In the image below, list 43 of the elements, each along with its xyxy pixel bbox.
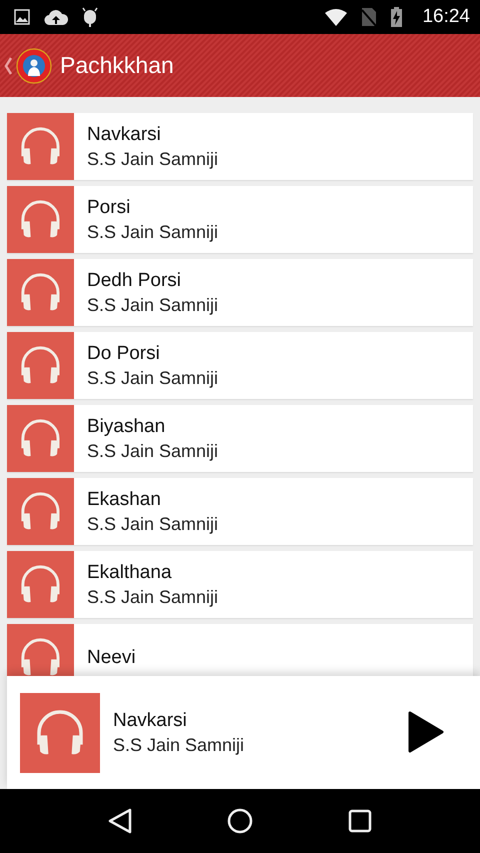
now-playing-artist: S.S Jain Samniji (113, 734, 244, 756)
android-icon (82, 7, 98, 27)
app-title: Pachkkhan (60, 52, 174, 79)
app-logo-icon (16, 48, 52, 84)
wifi-icon (325, 8, 348, 26)
back-button[interactable] (4, 56, 12, 74)
track-artist: S.S Jain Samniji (87, 440, 218, 462)
track-item[interactable]: Ekashan S.S Jain Samniji (7, 478, 473, 545)
track-item[interactable]: Do Porsi S.S Jain Samniji (7, 332, 473, 399)
home-circle-icon (226, 808, 253, 834)
image-icon (14, 9, 30, 25)
track-title: Porsi (87, 196, 132, 218)
track-title: Biyashan (87, 416, 166, 438)
no-sim-icon (361, 7, 378, 27)
track-title: Do Porsi (87, 342, 161, 364)
track-title: Ekalthana (87, 562, 173, 584)
track-artist: S.S Jain Samniji (87, 148, 218, 170)
track-title: Ekashan (87, 488, 162, 510)
home-nav-button[interactable] (226, 808, 253, 834)
track-artist: S.S Jain Samniji (87, 222, 218, 242)
back-triangle-icon (108, 808, 132, 834)
track-title: Neevi (87, 646, 136, 668)
track-item[interactable]: Navkarsi S.S Jain Samniji (7, 113, 473, 180)
clock-time: 16:24 (422, 6, 470, 28)
track-artist: S.S Jain Samniji (87, 514, 218, 534)
back-nav-button[interactable] (108, 808, 132, 834)
recents-square-icon (348, 809, 372, 833)
track-item[interactable]: Ekalthana S.S Jain Samniji (7, 551, 473, 618)
play-icon (408, 710, 444, 752)
track-title: Dedh Porsi (87, 270, 182, 292)
now-playing-title: Navkarsi (113, 710, 188, 732)
track-item[interactable]: Porsi S.S Jain Samniji (7, 186, 473, 253)
back-chevron-icon (4, 56, 12, 74)
track-artist: S.S Jain Samniji (87, 368, 218, 388)
track-artist: S.S Jain Samniji (87, 586, 218, 608)
recents-nav-button[interactable] (348, 809, 372, 833)
battery-charging-icon (391, 7, 402, 27)
track-item[interactable]: Neevi (7, 624, 473, 676)
track-item[interactable]: Dedh Porsi S.S Jain Samniji (7, 259, 473, 326)
cloud-upload-icon (44, 8, 68, 26)
track-item[interactable]: Biyashan S.S Jain Samniji (7, 405, 473, 472)
track-title: Navkarsi (87, 124, 162, 146)
track-artist: S.S Jain Samniji (87, 294, 218, 316)
